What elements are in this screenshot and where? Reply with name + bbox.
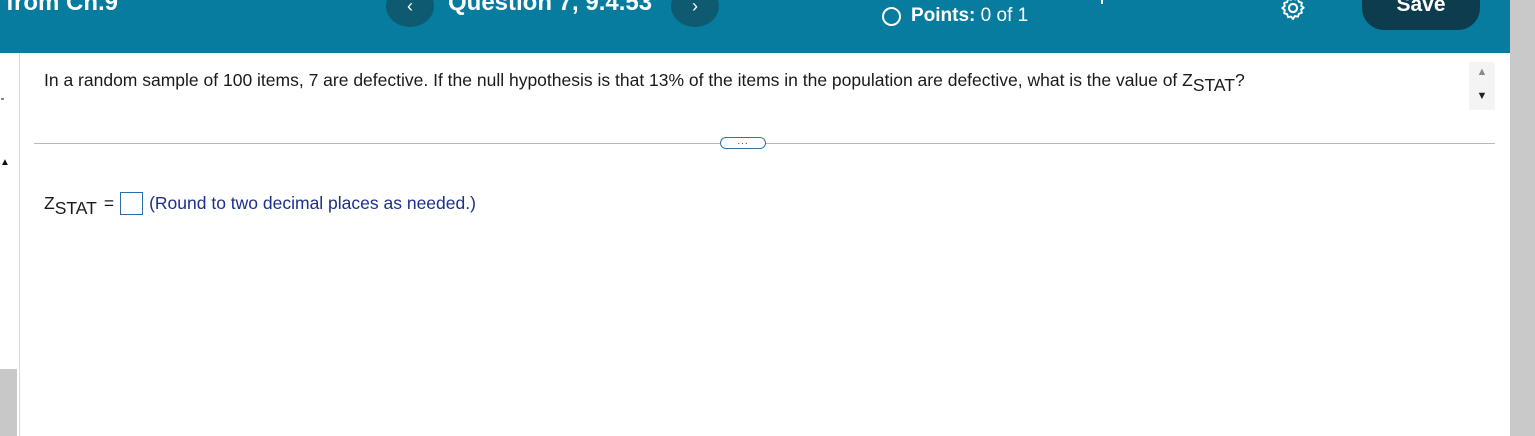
- points-label: Points:: [911, 5, 976, 26]
- more-options-button[interactable]: ...: [720, 137, 766, 149]
- scroll-up-icon[interactable]: ▲: [1469, 66, 1495, 78]
- page-scrollbar[interactable]: [1510, 0, 1535, 436]
- chevron-right-icon: ›: [692, 0, 698, 16]
- question-body: In a random sample of 100 items, 7 are d…: [44, 70, 1193, 90]
- answer-subscript: STAT: [54, 198, 97, 218]
- top-bar: from Ch.9 ‹ Question 7, 9.4.53 › Points:…: [0, 0, 1510, 53]
- left-scrollbar-thumb[interactable]: [0, 369, 17, 436]
- left-panel-mark: [1, 98, 4, 100]
- next-question-button[interactable]: ›: [671, 0, 719, 27]
- answer-variable: Z: [44, 193, 55, 213]
- chevron-left-icon: ‹: [407, 0, 413, 16]
- scroll-up-arrow-icon[interactable]: ▲: [0, 157, 10, 168]
- answer-row: Z STAT = (Round to two decimal places as …: [44, 192, 476, 218]
- points-indicator: Points: 0 of 1: [882, 5, 1028, 27]
- equals-sign: =: [103, 193, 115, 213]
- question-scrollbar[interactable]: ▲ ▼: [1469, 62, 1495, 110]
- save-button[interactable]: Save: [1362, 0, 1480, 30]
- points-value: 0 of 1: [980, 5, 1029, 26]
- status-circle-icon: [882, 6, 901, 26]
- question-title: Question 7, 9.4.53: [448, 0, 653, 16]
- question-subscript: STAT: [1192, 75, 1235, 95]
- answer-input[interactable]: [120, 192, 144, 215]
- previous-question-button[interactable]: ‹: [386, 0, 434, 27]
- question-text: In a random sample of 100 items, 7 are d…: [44, 70, 1245, 95]
- divider-mark: [1101, 0, 1103, 4]
- rounding-hint: (Round to two decimal places as needed.): [149, 193, 476, 213]
- scroll-down-icon[interactable]: ▼: [1469, 90, 1495, 102]
- assignment-title: from Ch.9: [6, 0, 119, 16]
- gear-icon[interactable]: [1279, 0, 1307, 22]
- question-end: ?: [1234, 70, 1245, 90]
